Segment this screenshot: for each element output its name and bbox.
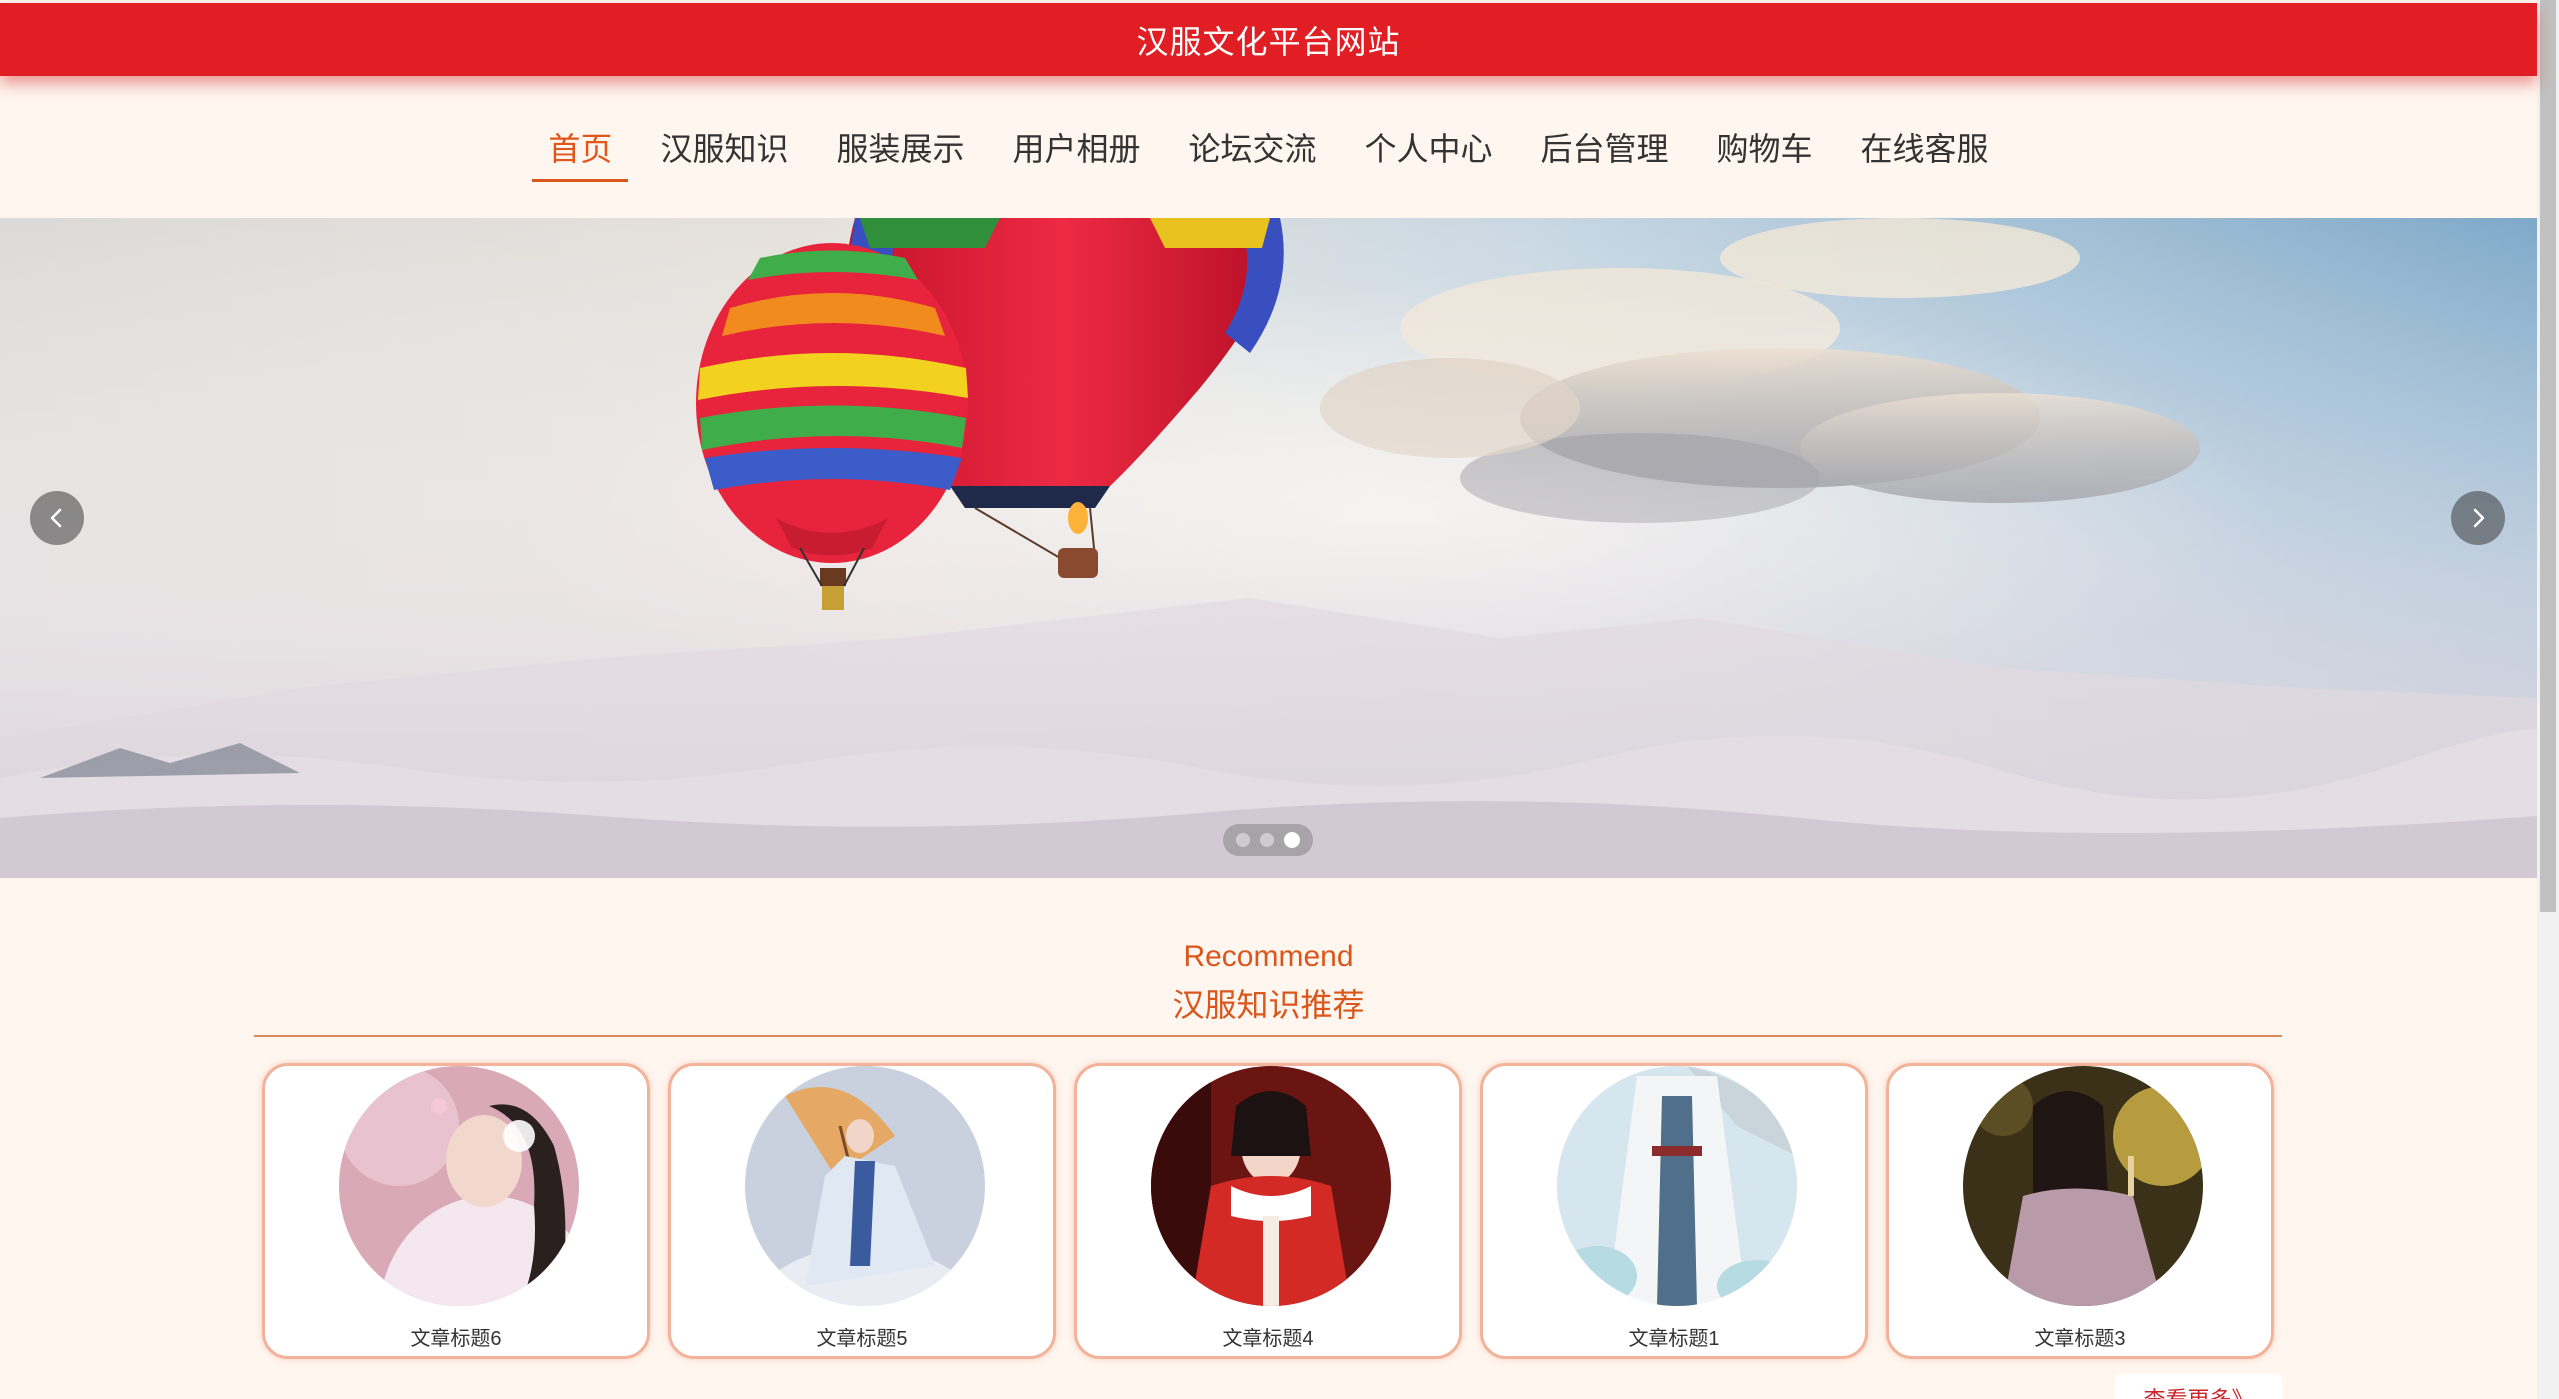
article-card[interactable]: 文章标题3: [1886, 1063, 2274, 1359]
section-title-en: Recommend: [1183, 940, 1354, 973]
article-card[interactable]: 文章标题6: [262, 1063, 650, 1359]
main-nav: 首页 汉服知识 服装展示 用户相册 论坛交流 个人中心 后台管理 购物车 在线客…: [0, 76, 2537, 218]
nav-item-home[interactable]: 首页: [526, 124, 634, 182]
site-header: 汉服文化平台网站: [0, 3, 2537, 76]
article-title: 文章标题3: [2034, 1328, 2126, 1350]
carousel-next-button[interactable]: [2451, 491, 2505, 545]
section-divider: [254, 1035, 2282, 1037]
view-more-button[interactable]: 查看更多》: [2115, 1374, 2282, 1399]
carousel-prev-button[interactable]: [30, 491, 84, 545]
chevron-right-icon: [2473, 508, 2485, 528]
nav-item-forum[interactable]: 论坛交流: [1166, 124, 1338, 180]
article-title: 文章标题4: [1222, 1328, 1314, 1350]
article-title: 文章标题6: [410, 1328, 502, 1350]
article-title: 文章标题5: [816, 1328, 908, 1350]
carousel-dot-1[interactable]: [1236, 833, 1250, 847]
article-card[interactable]: 文章标题4: [1074, 1063, 1462, 1359]
article-card[interactable]: 文章标题5: [668, 1063, 1056, 1359]
nav-item-customer-service[interactable]: 在线客服: [1839, 124, 2011, 180]
article-thumbnail: [745, 1066, 985, 1306]
article-card-list: 文章标题6 文章标题5 文章标题4 文章标题1 文章标题3: [262, 1063, 2274, 1359]
section-title-cn: 汉服知识推荐: [1172, 987, 1365, 1023]
nav-item-personal-center[interactable]: 个人中心: [1343, 124, 1515, 180]
banner-carousel: [0, 218, 2537, 878]
article-thumbnail: [339, 1066, 579, 1306]
scrollbar-thumb[interactable]: [2540, 0, 2556, 912]
article-title: 文章标题1: [1628, 1328, 1720, 1350]
carousel-indicators: [1223, 824, 1313, 856]
nav-item-admin[interactable]: 后台管理: [1519, 124, 1691, 180]
site-title: 汉服文化平台网站: [1136, 23, 1401, 60]
page-scrollbar[interactable]: [2537, 0, 2559, 1399]
nav-item-clothing-display[interactable]: 服装展示: [814, 124, 986, 180]
banner-image: [0, 218, 2537, 878]
nav-item-user-album[interactable]: 用户相册: [990, 124, 1162, 180]
article-card[interactable]: 文章标题1: [1480, 1063, 1868, 1359]
nav-item-cart[interactable]: 购物车: [1695, 124, 1835, 180]
recommend-section: Recommend 汉服知识推荐 文章标题6 文章标题5 文章标题4 文章标题1…: [0, 890, 2537, 1399]
chevron-left-icon: [50, 508, 62, 528]
article-thumbnail: [1963, 1066, 2203, 1306]
article-thumbnail: [1557, 1066, 1797, 1306]
article-thumbnail: [1151, 1066, 1391, 1306]
carousel-dot-3[interactable]: [1284, 832, 1300, 848]
nav-item-hanfu-knowledge[interactable]: 汉服知识: [638, 124, 810, 180]
page: 汉服文化平台网站 首页 汉服知识 服装展示 用户相册 论坛交流 个人中心 后台管…: [0, 0, 2559, 1399]
carousel-dot-2[interactable]: [1260, 833, 1274, 847]
